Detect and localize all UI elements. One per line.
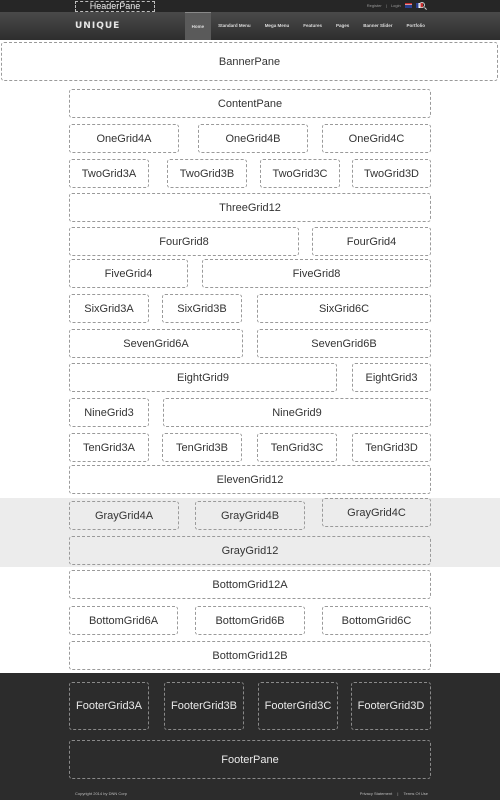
ten-grid-3a-pane: TenGrid3A xyxy=(69,433,149,462)
six-grid-6c-pane: SixGrid6C xyxy=(257,294,431,323)
bottom-grid-6c-pane: BottomGrid6C xyxy=(322,606,431,635)
nav-item-banner-slider[interactable]: Banner Slider xyxy=(356,12,399,40)
two-grid-3d-pane: TwoGrid3D xyxy=(352,159,431,188)
bottom-grid-6b-pane: BottomGrid6B xyxy=(195,606,305,635)
nav-item-standard-menu[interactable]: Standard Menu xyxy=(211,12,258,40)
seven-grid-6a-pane: SevenGrid6A xyxy=(69,329,243,358)
nav-item-features[interactable]: Features xyxy=(296,12,329,40)
english-flag-icon[interactable] xyxy=(404,3,412,9)
top-bar: HeaderPane Register | Login xyxy=(0,0,500,12)
five-grid-4-pane: FiveGrid4 xyxy=(69,259,188,288)
main-nav: UNIQUE Home Standard Menu Mega Menu Feat… xyxy=(0,12,500,40)
one-grid-4b-pane: OneGrid4B xyxy=(198,124,308,153)
six-grid-3b-pane: SixGrid3B xyxy=(162,294,242,323)
footer-grid-3a-pane: FooterGrid3A xyxy=(69,682,149,730)
eight-grid-9-pane: EightGrid9 xyxy=(69,363,337,392)
nine-grid-3-pane: NineGrid3 xyxy=(69,398,149,427)
one-grid-4c-pane: OneGrid4C xyxy=(322,124,431,153)
four-grid-4-pane: FourGrid4 xyxy=(312,227,431,256)
ten-grid-3b-pane: TenGrid3B xyxy=(162,433,242,462)
four-grid-8-pane: FourGrid8 xyxy=(69,227,299,256)
seven-grid-6b-pane: SevenGrid6B xyxy=(257,329,431,358)
gray-grid-4a-pane: GrayGrid4A xyxy=(69,501,179,530)
nine-grid-9-pane: NineGrid9 xyxy=(163,398,431,427)
eleven-grid-12-pane: ElevenGrid12 xyxy=(69,465,431,494)
footer-grid-3c-pane: FooterGrid3C xyxy=(258,682,338,730)
header-pane: HeaderPane xyxy=(75,1,155,12)
two-grid-3b-pane: TwoGrid3B xyxy=(167,159,247,188)
terms-of-use-link[interactable]: Terms Of Use xyxy=(404,791,428,796)
register-link[interactable]: Register xyxy=(367,3,382,8)
nav-item-home[interactable]: Home xyxy=(184,12,212,40)
one-grid-4a-pane: OneGrid4A xyxy=(69,124,179,153)
bottom-grid-12b-pane: BottomGrid12B xyxy=(69,641,431,670)
content-pane: ContentPane xyxy=(69,89,431,118)
site-logo[interactable]: UNIQUE xyxy=(75,21,120,31)
login-link[interactable]: Login xyxy=(391,3,401,8)
link-separator: | xyxy=(385,3,387,8)
gray-grid-4b-pane: GrayGrid4B xyxy=(195,501,305,530)
three-grid-12-pane: ThreeGrid12 xyxy=(69,193,431,222)
footer-links: Privacy Statement | Terms Of Use xyxy=(356,791,428,796)
two-grid-3c-pane: TwoGrid3C xyxy=(260,159,340,188)
two-grid-3a-pane: TwoGrid3A xyxy=(69,159,149,188)
five-grid-8-pane: FiveGrid8 xyxy=(202,259,431,288)
nav-item-pages[interactable]: Pages xyxy=(329,12,356,40)
six-grid-3a-pane: SixGrid3A xyxy=(69,294,149,323)
nav-item-mega-menu[interactable]: Mega Menu xyxy=(258,12,297,40)
footer-grid-3b-pane: FooterGrid3B xyxy=(164,682,244,730)
bottom-grid-6a-pane: BottomGrid6A xyxy=(69,606,178,635)
privacy-statement-link[interactable]: Privacy Statement xyxy=(360,791,392,796)
nav-item-portfolio[interactable]: Portfolio xyxy=(400,12,433,40)
gray-grid-4c-pane: GrayGrid4C xyxy=(322,498,431,527)
copyright-text: Copyright 2014 by DNN Corp xyxy=(75,791,128,796)
banner-pane: BannerPane xyxy=(1,42,498,81)
footer-pane: FooterPane xyxy=(69,740,431,779)
footer-grid-3d-pane: FooterGrid3D xyxy=(351,682,431,730)
ten-grid-3c-pane: TenGrid3C xyxy=(257,433,337,462)
search-icon[interactable] xyxy=(419,2,425,8)
footer-link-separator: | xyxy=(397,791,399,796)
bottom-grid-12a-pane: BottomGrid12A xyxy=(69,570,431,599)
nav-menu: Home Standard Menu Mega Menu Features Pa… xyxy=(184,12,433,40)
eight-grid-3-pane: EightGrid3 xyxy=(352,363,431,392)
gray-grid-12-pane: GrayGrid12 xyxy=(69,536,431,565)
ten-grid-3d-pane: TenGrid3D xyxy=(352,433,431,462)
user-links: Register | Login xyxy=(364,2,423,9)
